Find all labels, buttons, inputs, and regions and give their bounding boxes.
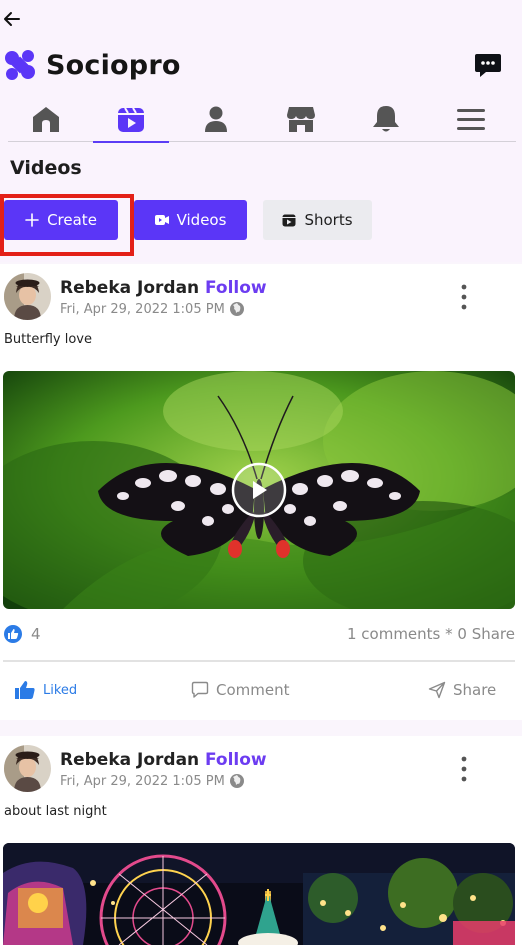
- shorts-button[interactable]: Shorts: [263, 200, 372, 240]
- follow-button[interactable]: Follow: [205, 278, 267, 298]
- follow-button[interactable]: Follow: [205, 750, 267, 770]
- create-button-highlight: [0, 194, 134, 256]
- thumbs-up-icon: [15, 681, 35, 699]
- avatar[interactable]: [4, 273, 51, 320]
- post-date: Fri, Apr 29, 2022 1:05 PM: [60, 302, 225, 317]
- post-stats: 4 1 comments * 0 Share: [0, 623, 522, 645]
- like-label: Liked: [43, 682, 78, 698]
- share-label: Share: [453, 681, 497, 699]
- tab-videos[interactable]: [93, 96, 169, 143]
- video-thumbnail[interactable]: [3, 371, 515, 609]
- comments-shares-count[interactable]: 1 comments * 0 Share: [347, 625, 515, 643]
- main-tabs: [8, 96, 516, 143]
- post-card: Rebeka Jordan Follow Fri, Apr 29, 2022 1…: [0, 736, 522, 945]
- like-count[interactable]: 4: [31, 625, 41, 643]
- videos-button-label: Videos: [176, 211, 227, 229]
- video-camera-icon: [154, 215, 169, 225]
- tab-store[interactable]: [263, 96, 339, 142]
- videos-button[interactable]: Videos: [134, 200, 247, 240]
- post-caption: Butterfly love: [4, 332, 92, 347]
- comment-button[interactable]: Comment: [191, 680, 290, 700]
- header-area: Sociopro Videos Create Videos Shorts: [0, 0, 522, 262]
- tab-profile[interactable]: [178, 96, 254, 142]
- post-card: Rebeka Jordan Follow Fri, Apr 29, 2022 1…: [0, 264, 522, 720]
- hamburger-menu-icon: [457, 109, 485, 130]
- like-button[interactable]: Liked: [14, 680, 77, 700]
- globe-icon: [230, 774, 244, 788]
- bell-icon: [373, 106, 399, 132]
- message-bubble-icon[interactable]: [474, 51, 502, 79]
- logo-icon: [5, 50, 35, 80]
- brand[interactable]: Sociopro: [4, 48, 181, 82]
- more-options-icon[interactable]: [455, 756, 473, 782]
- app-title: Sociopro: [46, 49, 181, 81]
- comment-icon: [191, 681, 209, 698]
- author-name[interactable]: Rebeka Jordan: [60, 278, 199, 298]
- like-badge-icon: [4, 625, 22, 643]
- carnival-night-image: [3, 843, 515, 945]
- post-caption: about last night: [4, 804, 107, 819]
- person-icon: [205, 106, 227, 132]
- globe-icon: [230, 302, 244, 316]
- shorts-icon: [282, 214, 296, 227]
- butterfly-image: [3, 371, 515, 609]
- storefront-icon: [287, 107, 315, 132]
- video-thumbnail[interactable]: [3, 843, 515, 945]
- post-date: Fri, Apr 29, 2022 1:05 PM: [60, 774, 225, 789]
- home-icon: [33, 107, 59, 132]
- shorts-button-label: Shorts: [304, 211, 353, 229]
- comment-label: Comment: [216, 681, 290, 699]
- share-button[interactable]: Share: [428, 680, 496, 700]
- avatar[interactable]: [4, 745, 51, 792]
- more-options-icon[interactable]: [455, 284, 473, 310]
- video-reel-icon: [118, 107, 144, 132]
- tab-menu[interactable]: [433, 96, 509, 142]
- author-name[interactable]: Rebeka Jordan: [60, 750, 199, 770]
- section-title: Videos: [10, 157, 82, 179]
- tab-notifications[interactable]: [348, 96, 424, 142]
- back-arrow-icon[interactable]: [2, 8, 22, 30]
- divider: [3, 660, 515, 662]
- send-icon: [428, 681, 446, 699]
- tab-home[interactable]: [8, 96, 84, 142]
